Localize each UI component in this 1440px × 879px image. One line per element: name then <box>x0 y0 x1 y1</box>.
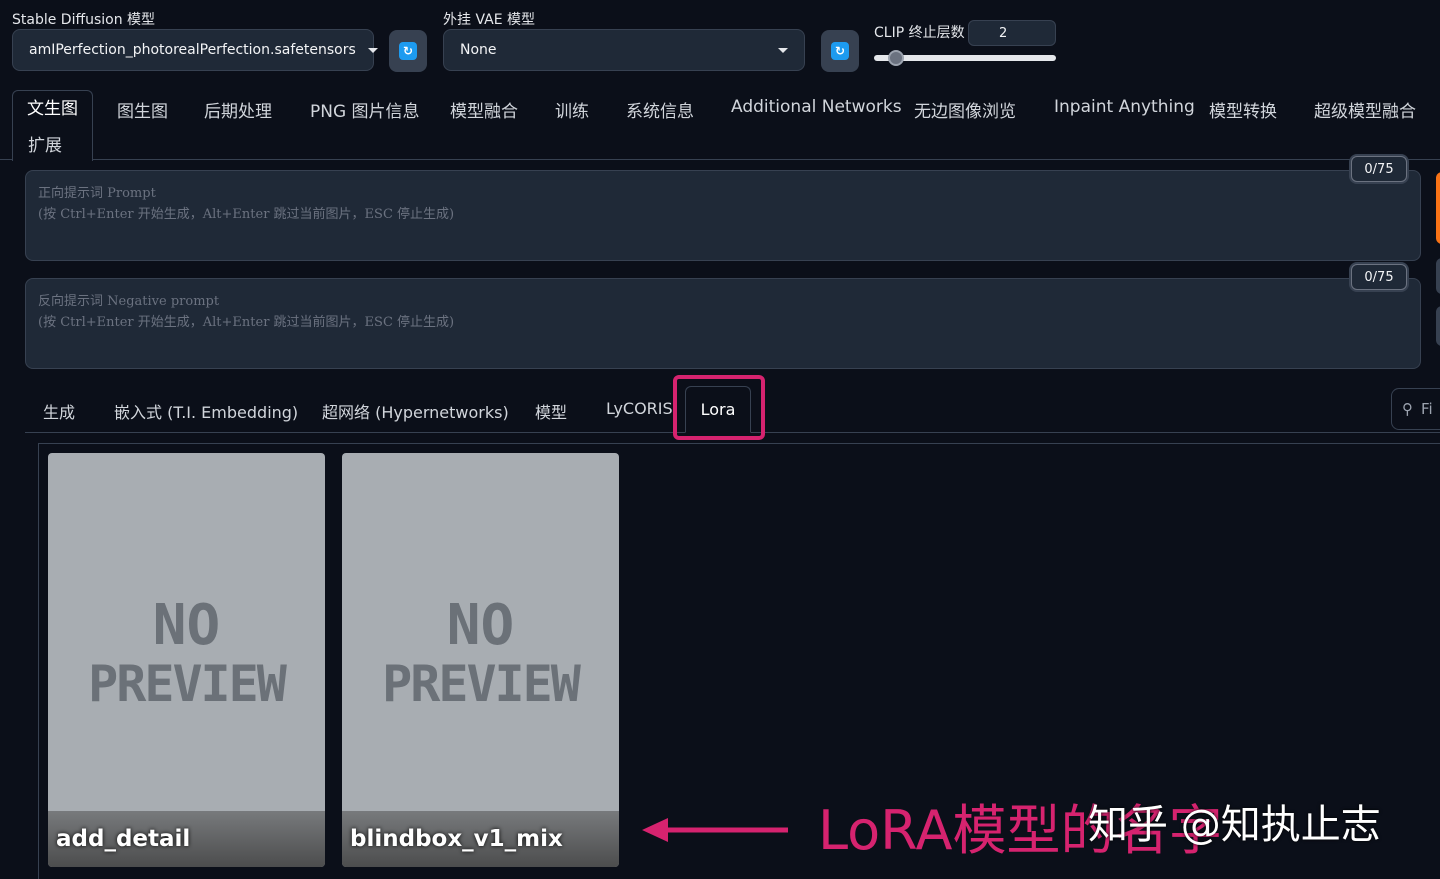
tab-extras[interactable]: 后期处理 <box>204 97 272 122</box>
negative-token-counter: 0/75 <box>1351 264 1407 290</box>
subtab-lora[interactable]: Lora <box>685 386 751 433</box>
positive-prompt-hint: (按 Ctrl+Enter 开始生成，Alt+Enter 跳过当前图片，ESC … <box>38 207 455 222</box>
positive-token-counter: 0/75 <box>1351 156 1407 182</box>
vae-value: None <box>460 42 497 58</box>
chevron-down-icon <box>367 47 378 53</box>
lora-card-name: blindbox_v1_mix <box>342 811 619 867</box>
tab-system-info[interactable]: 系统信息 <box>626 97 694 122</box>
search-placeholder: Fi <box>1421 400 1433 418</box>
lora-card-name: add_detail <box>48 811 325 867</box>
tab-extensions[interactable]: 扩展 <box>28 131 62 156</box>
negative-prompt-input[interactable]: 反向提示词 Negative prompt (按 Ctrl+Enter 开始生成… <box>25 278 1421 369</box>
subtab-embedding[interactable]: 嵌入式 (T.I. Embedding) <box>114 399 298 423</box>
positive-prompt-placeholder: 正向提示词 Prompt <box>38 186 156 201</box>
vae-dropdown[interactable]: None <box>443 29 805 71</box>
refresh-vae-button[interactable]: ↻ <box>821 30 859 72</box>
lora-card[interactable]: NO PREVIEW add_detail <box>48 453 325 867</box>
negative-prompt-placeholder: 反向提示词 Negative prompt <box>38 294 220 309</box>
watermark: 知乎 @知执止志 <box>1088 802 1381 848</box>
generate-button[interactable] <box>1436 172 1440 244</box>
no-preview-text: NO <box>152 593 221 658</box>
refresh-icon: ↻ <box>831 42 849 60</box>
subtab-generate[interactable]: 生成 <box>43 399 75 423</box>
sd-model-value: amIPerfection_photorealPerfection.safete… <box>29 42 356 58</box>
lora-card[interactable]: NO PREVIEW blindbox_v1_mix <box>342 453 619 867</box>
search-icon: ⚲ <box>1402 400 1413 418</box>
tab-png-info[interactable]: PNG 图片信息 <box>310 97 420 122</box>
sd-model-label: Stable Diffusion 模型 <box>12 12 156 28</box>
search-input[interactable]: ⚲ Fi <box>1391 388 1440 430</box>
negative-prompt-hint: (按 Ctrl+Enter 开始生成，Alt+Enter 跳过当前图片，ESC … <box>38 315 455 330</box>
subtab-checkpoints[interactable]: 模型 <box>535 399 567 423</box>
positive-prompt-input[interactable]: 正向提示词 Prompt (按 Ctrl+Enter 开始生成，Alt+Ente… <box>25 170 1421 261</box>
tab-additional-networks[interactable]: Additional Networks <box>731 97 902 117</box>
tab-image-browser[interactable]: 无边图像浏览 <box>914 97 1016 122</box>
subtab-lycoris[interactable]: LyCORIS <box>606 399 673 418</box>
no-preview-text: PREVIEW <box>88 655 287 713</box>
no-preview-text: PREVIEW <box>382 655 581 713</box>
chevron-down-icon <box>778 47 788 53</box>
clip-skip-slider-thumb[interactable] <box>887 50 904 66</box>
tab-model-converter[interactable]: 模型转换 <box>1209 97 1277 122</box>
vae-label: 外挂 VAE 模型 <box>443 12 536 28</box>
side-tool-button[interactable] <box>1436 258 1440 294</box>
no-preview-text: NO <box>446 593 515 658</box>
clip-skip-label: CLIP 终止层数 <box>874 25 965 41</box>
clip-skip-input[interactable]: 2 <box>968 20 1056 46</box>
tab-checkpoint-merger[interactable]: 模型融合 <box>450 97 518 122</box>
tab-inpaint-anything[interactable]: Inpaint Anything <box>1054 97 1195 117</box>
refresh-sd-model-button[interactable]: ↻ <box>389 30 427 72</box>
subtab-hypernetworks[interactable]: 超网络 (Hypernetworks) <box>322 399 509 423</box>
tab-img2img[interactable]: 图生图 <box>117 97 168 122</box>
sd-model-dropdown[interactable]: amIPerfection_photorealPerfection.safete… <box>12 29 378 71</box>
refresh-icon: ↻ <box>399 42 417 60</box>
tab-super-merger[interactable]: 超级模型融合 <box>1314 97 1416 122</box>
tab-train[interactable]: 训练 <box>555 97 589 122</box>
arrow-left-icon <box>642 818 788 842</box>
side-tool-button-2[interactable] <box>1436 306 1440 346</box>
